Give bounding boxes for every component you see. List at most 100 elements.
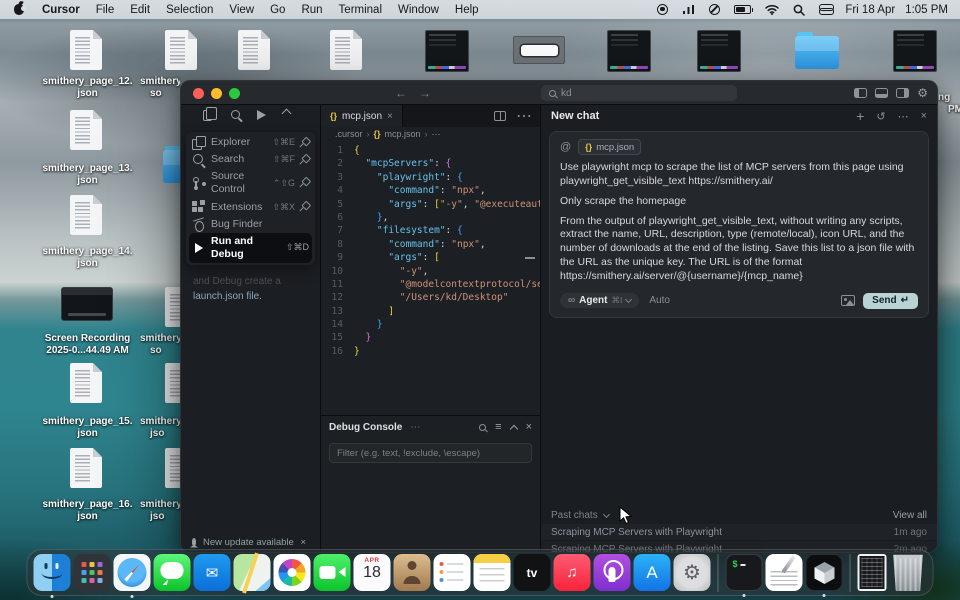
desktop-file-icon[interactable]: [70, 363, 102, 403]
maximize-panel-icon[interactable]: [509, 424, 517, 432]
collapse-icon[interactable]: [282, 109, 292, 119]
menubar-item[interactable]: Window: [390, 4, 447, 16]
apple-menu-icon[interactable]: [14, 4, 24, 15]
appstore-dock-icon[interactable]: A: [634, 554, 671, 591]
desktop-screenshot-icon[interactable]: [893, 30, 937, 72]
sidebar-menu-item[interactable]: Bug Finder: [189, 216, 312, 233]
music-dock-icon[interactable]: ♫: [554, 554, 591, 591]
menubar-item[interactable]: File: [88, 4, 123, 16]
toggle-right-panel-icon[interactable]: [896, 88, 909, 99]
window-titlebar[interactable]: ← → kd ⚙: [181, 81, 937, 105]
do-not-disturb-icon[interactable]: [709, 4, 720, 15]
terminal-dock-icon[interactable]: $: [726, 554, 763, 591]
sidebar-menu-item[interactable]: Explorer ⇧⌘E: [189, 134, 312, 151]
send-button[interactable]: Send ↵: [863, 293, 918, 309]
menubar-item[interactable]: Edit: [122, 4, 158, 16]
desktop-file-icon[interactable]: [70, 448, 102, 488]
desktop-file-icon[interactable]: [238, 30, 270, 70]
sidebar-menu-item[interactable]: Run and Debug ⇧⌘D: [189, 233, 312, 263]
settings-dock-icon[interactable]: ⚙: [674, 554, 711, 591]
chat-history-icon[interactable]: ↺: [876, 110, 885, 123]
model-auto-selector[interactable]: Auto: [649, 295, 670, 306]
chat-message-text[interactable]: Use playwright mcp to scrape the list of…: [560, 161, 918, 284]
split-editor-icon[interactable]: [494, 111, 506, 121]
attach-image-icon[interactable]: [841, 295, 855, 306]
desktop-screenshot-icon[interactable]: [697, 30, 741, 72]
run-icon[interactable]: [257, 110, 266, 120]
menubar-item[interactable]: Cursor: [34, 4, 88, 16]
safari-dock-icon[interactable]: [114, 554, 151, 591]
spotlight-icon[interactable]: [793, 4, 805, 16]
back-button[interactable]: ←: [395, 81, 407, 105]
finder-dock-icon[interactable]: [34, 554, 71, 591]
sidebar-menu-item[interactable]: Source Control ⌃⇧G: [189, 168, 312, 198]
pin-icon[interactable]: [300, 202, 309, 212]
textedit-dock-icon[interactable]: [766, 554, 803, 591]
desktop-folder-icon[interactable]: [795, 36, 839, 69]
search-icon[interactable]: [231, 110, 240, 119]
facetime-dock-icon[interactable]: [314, 554, 351, 591]
toggle-left-panel-icon[interactable]: [854, 88, 867, 99]
debug-filter-input[interactable]: [329, 443, 532, 463]
menubar-item[interactable]: View: [221, 4, 262, 16]
desktop-file-icon[interactable]: [165, 30, 197, 70]
menubar-clock-time[interactable]: 1:05 PM: [905, 4, 948, 16]
tab-mcp-json[interactable]: {} mcp.json ×: [321, 105, 403, 127]
battery-icon[interactable]: [734, 5, 751, 14]
pin-icon[interactable]: [300, 138, 309, 148]
sidebar-menu-item[interactable]: Extensions ⇧⌘X: [189, 199, 312, 216]
update-banner[interactable]: New update available ×: [190, 537, 316, 548]
gear-icon[interactable]: ⚙: [917, 87, 928, 99]
chat-input-card[interactable]: @ {} mcp.json Use playwright mcp to scra…: [549, 131, 929, 318]
mail-dock-icon[interactable]: ✉: [194, 554, 231, 591]
window-search-field[interactable]: kd: [541, 85, 737, 101]
mention-icon[interactable]: @: [560, 141, 571, 153]
contacts-dock-icon[interactable]: [394, 554, 431, 591]
minimize-window-button[interactable]: [211, 88, 222, 99]
control-center-icon[interactable]: [819, 4, 832, 15]
more-actions-icon[interactable]: ⋯: [516, 106, 532, 126]
past-chat-row[interactable]: Scraping MCP Servers with Playwright 1m …: [541, 524, 937, 540]
sidebar-menu-item[interactable]: Search ⇧⌘F: [189, 151, 312, 168]
stats-icon[interactable]: [682, 4, 695, 15]
dock-divider[interactable]: [718, 554, 719, 592]
view-all-link[interactable]: View all: [893, 510, 927, 521]
desktop-video-icon[interactable]: [61, 287, 113, 321]
forward-button[interactable]: →: [419, 81, 431, 105]
menubar-item[interactable]: Terminal: [331, 4, 390, 16]
tab-debug-console[interactable]: Debug Console: [329, 422, 402, 433]
wifi-icon[interactable]: [765, 4, 779, 15]
close-window-button[interactable]: [193, 88, 204, 99]
desktop-file-icon[interactable]: [70, 110, 102, 150]
messages-dock-icon[interactable]: [154, 554, 191, 591]
desktop-screenshot-icon[interactable]: [425, 30, 469, 72]
new-chat-icon[interactable]: +: [856, 108, 864, 124]
breadcrumb[interactable]: .cursor › {} mcp.json › ⋯: [321, 127, 540, 141]
filter-search-icon[interactable]: [479, 424, 486, 431]
close-panel-icon[interactable]: ×: [526, 421, 532, 433]
desktop-file-icon[interactable]: [330, 30, 362, 70]
context-chip-mcp-json[interactable]: {} mcp.json: [578, 139, 641, 155]
downloads-stack-icon[interactable]: [858, 554, 887, 591]
menubar-item[interactable]: Help: [447, 4, 487, 16]
desktop-screenshot-icon[interactable]: [513, 36, 565, 64]
launch-json-link[interactable]: launch.json file.: [193, 289, 320, 304]
past-chats-label[interactable]: Past chats: [551, 510, 598, 521]
menubar-item[interactable]: Run: [293, 4, 330, 16]
chat-more-icon[interactable]: ⋯: [898, 110, 909, 123]
close-icon[interactable]: ×: [300, 537, 306, 548]
photos-dock-icon[interactable]: [274, 554, 311, 591]
panel-more-icon[interactable]: ⋯: [410, 422, 420, 433]
trash-dock-icon[interactable]: [890, 554, 927, 591]
clear-console-icon[interactable]: ≡: [495, 421, 501, 433]
screen-record-icon[interactable]: [657, 4, 668, 15]
cursor-dock-icon[interactable]: [806, 554, 843, 591]
desktop-file-icon[interactable]: [70, 195, 102, 235]
desktop-file-icon[interactable]: [70, 30, 102, 70]
launchpad-dock-icon[interactable]: [74, 554, 111, 591]
pin-icon[interactable]: [300, 155, 309, 165]
close-tab-icon[interactable]: ×: [387, 111, 393, 122]
podcasts-dock-icon[interactable]: [594, 554, 631, 591]
pin-icon[interactable]: [300, 178, 309, 188]
notes-dock-icon[interactable]: [474, 554, 511, 591]
